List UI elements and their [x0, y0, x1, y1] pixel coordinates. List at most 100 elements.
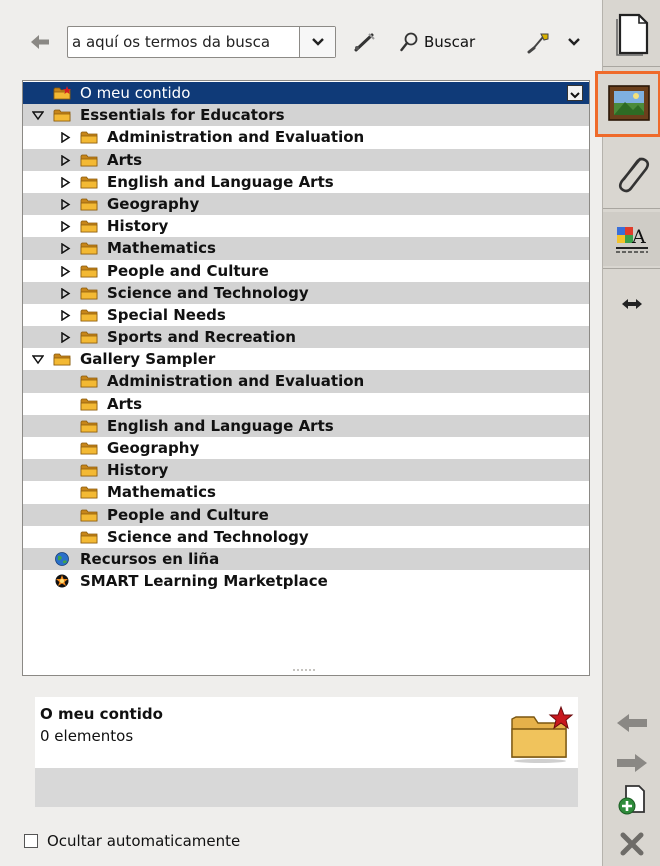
folder-icon [80, 198, 98, 211]
tree-row[interactable]: People and Culture [23, 503, 589, 526]
search-button-label: Buscar [424, 33, 476, 51]
tree-row[interactable]: History [23, 459, 589, 482]
tree-row-label: Special Needs [107, 305, 226, 324]
folder-icon [80, 131, 98, 144]
my-content-folder-large-icon [511, 705, 574, 763]
tree-row[interactable]: English and Language Arts [23, 171, 589, 193]
autohide-checkbox[interactable] [24, 834, 38, 848]
tree-row-label: Sports and Recreation [107, 328, 296, 347]
arrow-left-icon [617, 714, 647, 732]
collapsed-triangle-icon[interactable] [60, 154, 72, 166]
globe-icon [55, 552, 69, 566]
collapsed-triangle-icon[interactable] [60, 309, 72, 321]
content-info-title: O meu contido [40, 705, 163, 723]
tree-row[interactable]: Essentials for Educators [23, 104, 589, 127]
tree-row-label: Science and Technology [107, 527, 309, 546]
collapsed-triangle-icon[interactable] [60, 198, 72, 210]
tree-row[interactable]: Science and Technology [23, 526, 589, 548]
attachments-tab[interactable] [603, 144, 660, 204]
resize-grip-icon[interactable] [23, 667, 589, 675]
tree-row[interactable]: Sports and Recreation [23, 326, 589, 349]
folder-icon [80, 154, 98, 166]
tree-row-label: English and Language Arts [107, 172, 334, 191]
folder-icon [80, 265, 98, 277]
search-history-dropdown[interactable] [299, 27, 335, 57]
gallery-tab[interactable] [595, 71, 660, 137]
tree-rows: O meu contido Essentials for Educators Adm… [23, 82, 589, 592]
folder-icon [80, 442, 98, 455]
expanded-triangle-icon[interactable] [32, 354, 44, 365]
collapsed-triangle-icon[interactable] [60, 221, 72, 233]
arrow-right-icon [617, 754, 647, 772]
page-sorter-tab[interactable] [603, 8, 660, 60]
collapsed-triangle-icon[interactable] [60, 287, 72, 299]
folder-icon [80, 287, 98, 300]
tree-row[interactable]: People and Culture [23, 260, 589, 282]
back-arrow-icon[interactable] [28, 30, 52, 54]
collapsed-triangle-icon[interactable] [60, 176, 72, 188]
folder-icon [80, 309, 98, 322]
tree-row[interactable]: SMART Learning Marketplace [23, 570, 589, 592]
folder-icon [80, 176, 98, 189]
magnifier-icon [400, 32, 418, 52]
tree-row[interactable]: Arts [23, 148, 589, 171]
tree-row[interactable]: History [23, 215, 589, 237]
folder-icon [80, 331, 98, 344]
side-tab-rail: A [595, 0, 660, 866]
tree-row-label: Mathematics [107, 239, 216, 258]
next-page-button[interactable] [603, 746, 660, 780]
collapsed-triangle-icon[interactable] [60, 265, 72, 277]
folder-icon [80, 220, 98, 233]
gallery-tree[interactable]: O meu contido Essentials for Educators Adm… [22, 80, 590, 676]
properties-icon: A [616, 226, 648, 253]
folder-icon [80, 398, 98, 411]
tree-row-label: Arts [107, 150, 143, 169]
tree-row-label: SMART Learning Marketplace [80, 572, 328, 591]
tree-row[interactable]: Mathematics [23, 237, 589, 260]
add-page-icon [618, 785, 645, 815]
tree-row[interactable]: Administration and Evaluation [23, 126, 589, 148]
folder-icon [80, 531, 98, 544]
collapsed-triangle-icon[interactable] [60, 132, 72, 144]
properties-tab[interactable]: A [603, 212, 660, 266]
row-menu-button[interactable] [567, 85, 583, 101]
tree-row[interactable]: Gallery Sampler [23, 348, 589, 370]
search-button[interactable]: Buscar [400, 28, 475, 56]
previous-page-button[interactable] [603, 706, 660, 740]
tree-row-label: Mathematics [107, 483, 216, 502]
tree-row[interactable]: O meu contido [23, 82, 589, 105]
tree-row-label: Recursos en liña [80, 549, 220, 568]
content-info-box: O meu contido 0 elementos [35, 697, 578, 807]
add-page-button[interactable] [603, 782, 660, 818]
wand-icon[interactable] [352, 31, 378, 53]
autohide-toggle[interactable]: Ocultar automaticamente [24, 829, 240, 853]
tree-row[interactable]: Administration and Evaluation [23, 370, 589, 393]
tree-row-label: English and Language Arts [107, 416, 334, 435]
tree-row[interactable]: English and Language Arts [23, 414, 589, 437]
autohide-label: Ocultar automaticamente [47, 832, 241, 850]
tree-row[interactable]: Science and Technology [23, 281, 589, 304]
delete-page-button[interactable] [603, 826, 660, 862]
tree-row[interactable]: Geography [23, 437, 589, 459]
tree-row[interactable]: Geography [23, 192, 589, 216]
tree-row-label: History [107, 217, 169, 236]
tree-row[interactable]: Mathematics [23, 481, 589, 503]
expanded-triangle-icon[interactable] [32, 110, 44, 121]
tree-row[interactable]: Recursos en liña [23, 547, 589, 571]
tree-row-label: People and Culture [107, 261, 269, 280]
caret-down-icon[interactable] [566, 36, 582, 48]
collapsed-triangle-icon[interactable] [60, 332, 72, 344]
search-input[interactable] [68, 27, 298, 57]
brush-icon[interactable] [526, 30, 552, 54]
folder-icon [80, 420, 98, 433]
tree-row[interactable]: Arts [23, 393, 589, 415]
delete-icon [620, 832, 644, 856]
tree-row-label: O meu contido [80, 84, 191, 102]
collapsed-triangle-icon[interactable] [60, 243, 72, 255]
gallery-icon [608, 85, 650, 121]
tree-row[interactable]: Special Needs [23, 304, 589, 326]
tree-row-label: History [107, 461, 169, 480]
my-content-folder-icon [53, 86, 71, 100]
search-combobox[interactable] [67, 26, 336, 58]
resize-sidebar-button[interactable] [603, 292, 660, 316]
